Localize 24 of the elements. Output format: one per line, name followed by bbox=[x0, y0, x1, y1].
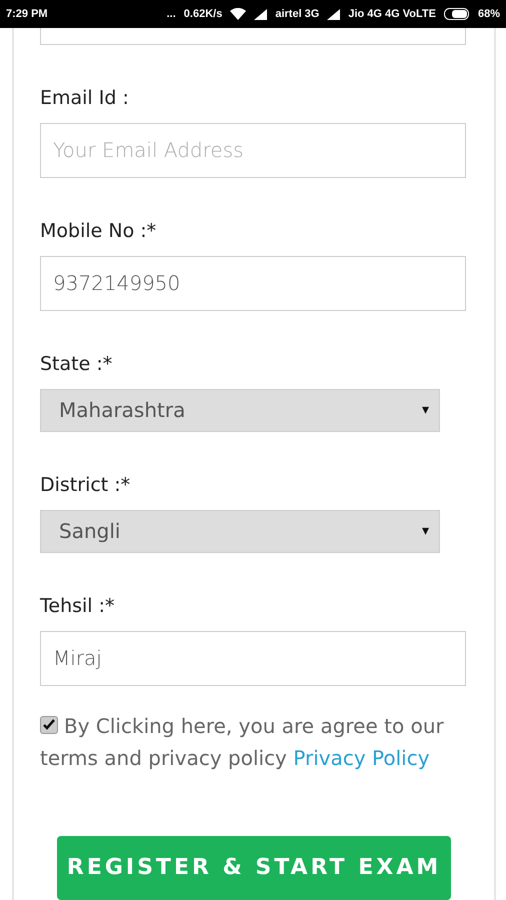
field-label: District :* bbox=[40, 474, 132, 496]
input-field[interactable]: Your Email Address bbox=[40, 122, 466, 178]
field-label: Email Id : bbox=[40, 86, 130, 109]
field-label: State :* bbox=[40, 352, 114, 375]
field-label: Mobile No :* bbox=[40, 220, 158, 242]
network-speed: 0.62K/s bbox=[184, 8, 222, 20]
field-label: Tehsil :* bbox=[40, 594, 116, 617]
dots: ... bbox=[166, 8, 176, 20]
input-field[interactable]: Miraj bbox=[40, 630, 466, 686]
signal-icon bbox=[327, 8, 340, 20]
checkbox[interactable] bbox=[40, 716, 58, 734]
agreement-text: By Clicking here, you are agree to our terms and privacy policy Privacy Policy bbox=[40, 712, 445, 772]
select-field[interactable]: Maharashtra ▾ bbox=[40, 388, 440, 432]
battery-percent: 68% bbox=[478, 8, 500, 20]
input-field[interactable]: 9372149950 bbox=[40, 256, 466, 311]
wifi-icon bbox=[230, 8, 246, 20]
carrier-name: airtel 3G bbox=[275, 8, 320, 20]
select-field[interactable]: Sangli ▾ bbox=[40, 510, 440, 553]
battery-icon bbox=[444, 8, 470, 20]
dropdown-arrow: ▾ bbox=[422, 523, 429, 540]
carrier-name: Jio 4G 4G VoLTE bbox=[348, 8, 436, 20]
dropdown-arrow: ▾ bbox=[422, 402, 429, 418]
clock: 7:29 PM bbox=[6, 8, 48, 20]
signal-icon bbox=[254, 8, 268, 20]
